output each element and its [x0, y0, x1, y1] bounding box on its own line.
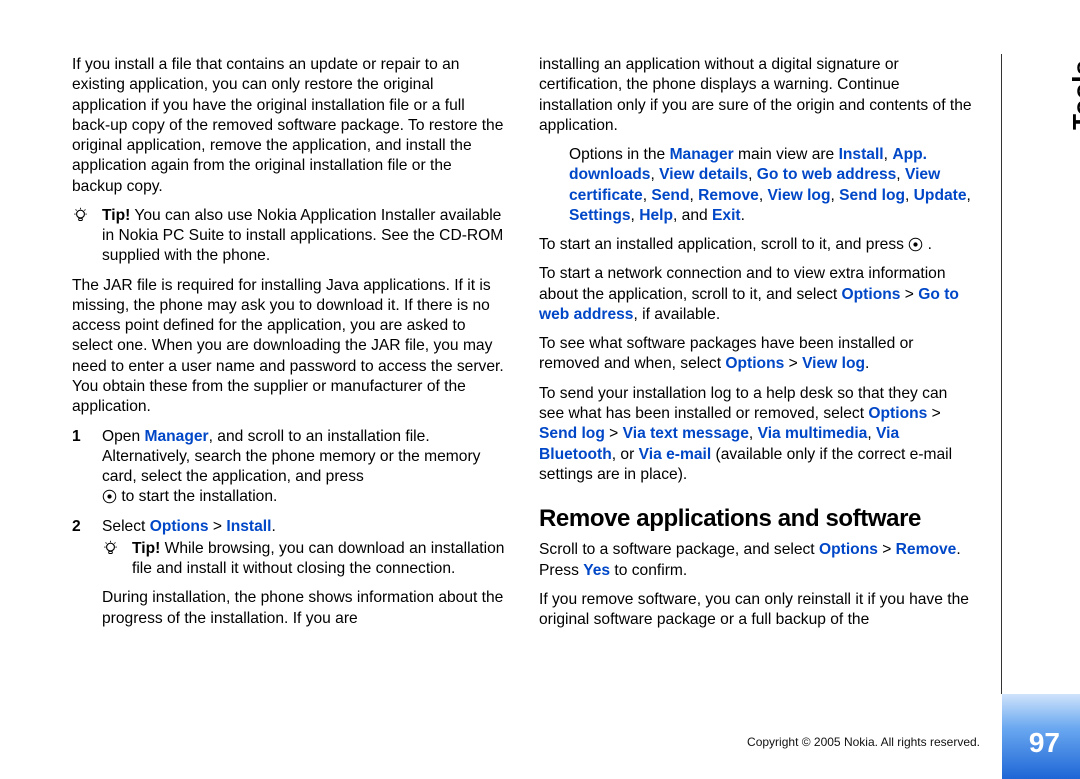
- menu-option: Via text message: [623, 425, 749, 442]
- menu-option: Remove: [698, 187, 759, 204]
- text-columns: If you install a file that contains an u…: [72, 55, 972, 711]
- separator: >: [784, 355, 802, 372]
- joystick-icon: [102, 489, 117, 504]
- text: , if available.: [633, 306, 720, 323]
- page-number: 97: [1029, 725, 1060, 761]
- menu-option: Via e-mail: [639, 446, 712, 463]
- paragraph: If you install a file that contains an u…: [72, 55, 505, 197]
- menu-name: Manager: [144, 428, 208, 445]
- menu-option: Help: [639, 207, 673, 224]
- list-number: 2: [72, 517, 96, 537]
- text: , and: [673, 207, 712, 224]
- tip-block: Tip! You can also use Nokia Application …: [72, 206, 505, 267]
- text: to confirm.: [610, 562, 687, 579]
- copyright-text: Copyright © 2005 Nokia. All rights reser…: [747, 735, 980, 751]
- text: .: [271, 518, 275, 535]
- menu-option: Options: [842, 286, 901, 303]
- menu-option: Install: [226, 518, 271, 535]
- page-tab: 97: [1002, 694, 1080, 779]
- text: Select: [102, 518, 150, 535]
- menu-option: Options: [819, 541, 878, 558]
- text: Open: [102, 428, 144, 445]
- vertical-rule: [1001, 54, 1002, 694]
- tip-label: Tip!: [102, 207, 130, 224]
- separator: >: [900, 286, 918, 303]
- tip-label: Tip!: [132, 540, 160, 557]
- section-title-sidebar: Tools: [1066, 60, 1080, 130]
- lightbulb-icon: [102, 540, 119, 557]
- tip-text: You can also use Nokia Application Insta…: [102, 207, 503, 265]
- paragraph: installing an application without a digi…: [539, 55, 972, 136]
- menu-option: Exit: [712, 207, 741, 224]
- menu-option: View details: [659, 166, 748, 183]
- menu-option: Yes: [583, 562, 610, 579]
- list-item: 2 Select Options > Install.: [72, 517, 505, 537]
- text: .: [923, 236, 932, 253]
- text: , or: [612, 446, 639, 463]
- menu-option: Options: [868, 405, 927, 422]
- menu-option: Install: [839, 146, 884, 163]
- lightbulb-icon: [72, 207, 89, 224]
- menu-option: Options: [150, 518, 209, 535]
- menu-option: Via multimedia: [758, 425, 868, 442]
- text: main view are: [734, 146, 839, 163]
- menu-option: View log: [768, 187, 831, 204]
- separator: >: [605, 425, 623, 442]
- menu-option: Send log: [539, 425, 605, 442]
- options-list: Options in the Manager main view are Ins…: [539, 145, 972, 226]
- paragraph: Scroll to a software package, and select…: [539, 540, 972, 581]
- text: During installation, the phone shows inf…: [102, 589, 503, 626]
- menu-option: Update: [914, 187, 967, 204]
- section-heading: Remove applications and software: [539, 503, 972, 534]
- text: Scroll to a software package, and select: [539, 541, 819, 558]
- text: Options in the: [569, 146, 670, 163]
- paragraph: To start a network connection and to vie…: [539, 264, 972, 325]
- paragraph: If you remove software, you can only rei…: [539, 590, 972, 631]
- tip-block: Tip! While browsing, you can download an…: [72, 539, 505, 580]
- text: installing an application without a digi…: [539, 56, 972, 134]
- menu-option: Settings: [569, 207, 631, 224]
- list-number: 1: [72, 427, 96, 447]
- menu-option: Send log: [839, 187, 905, 204]
- paragraph: To send your installation log to a help …: [539, 384, 972, 485]
- menu-option: Options: [725, 355, 784, 372]
- paragraph: The JAR file is required for installing …: [72, 276, 505, 418]
- text: to start the installation.: [117, 488, 277, 505]
- text: .: [865, 355, 869, 372]
- text: To start an installed application, scrol…: [539, 236, 908, 253]
- menu-option: View log: [802, 355, 865, 372]
- joystick-icon: [908, 237, 923, 252]
- menu-name: Manager: [670, 146, 734, 163]
- text: ,: [867, 425, 876, 442]
- tip-text: While browsing, you can download an inst…: [132, 540, 504, 577]
- list-item: 1 Open Manager, and scroll to an install…: [72, 427, 505, 508]
- separator: >: [927, 405, 940, 422]
- menu-option: Remove: [896, 541, 957, 558]
- menu-option: Send: [651, 187, 689, 204]
- page: If you install a file that contains an u…: [72, 55, 972, 745]
- separator: >: [878, 541, 896, 558]
- paragraph: To see what software packages have been …: [539, 334, 972, 375]
- list-item-continuation: During installation, the phone shows inf…: [72, 588, 505, 629]
- separator: >: [209, 518, 227, 535]
- paragraph: To start an installed application, scrol…: [539, 235, 972, 255]
- text: ,: [749, 425, 758, 442]
- menu-option: Go to web address: [757, 166, 897, 183]
